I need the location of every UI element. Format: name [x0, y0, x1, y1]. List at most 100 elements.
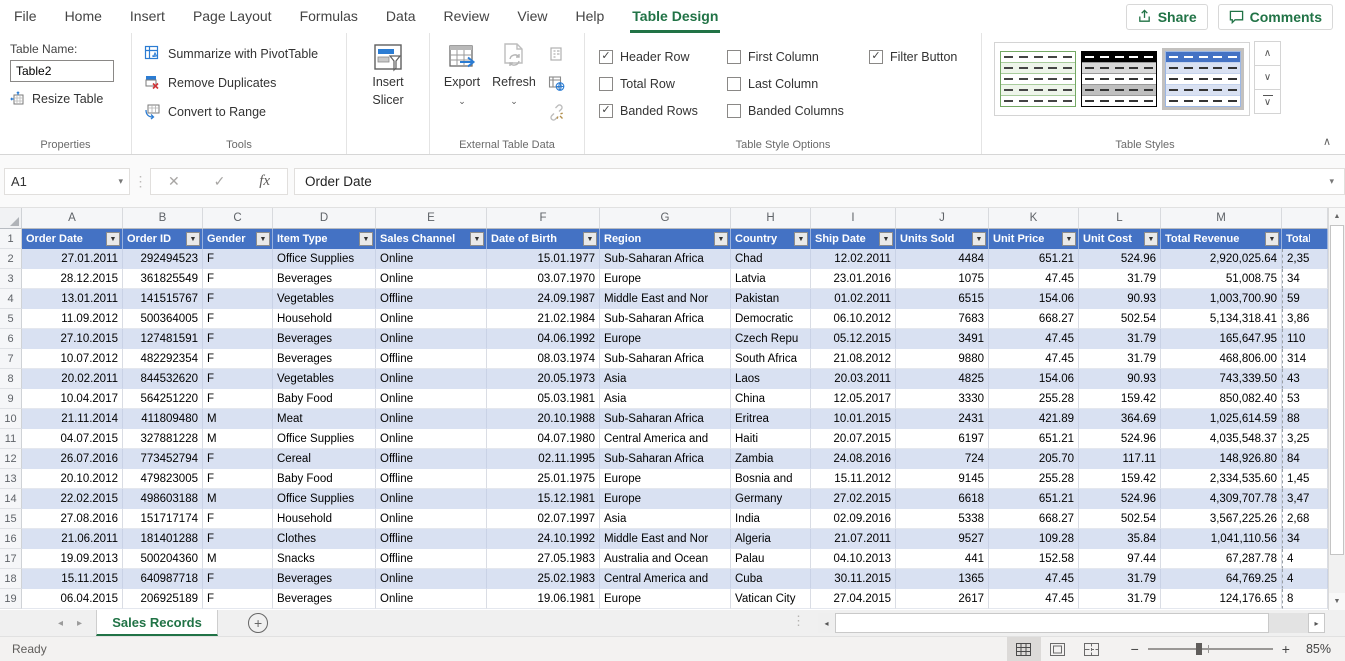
row-header-14[interactable]: 14 [0, 489, 22, 509]
cell[interactable]: 20.07.2015 [811, 429, 896, 449]
cell[interactable]: 292494523 [123, 249, 203, 269]
name-box[interactable]: A1 ▾ [4, 168, 130, 195]
cell[interactable]: 06.10.2012 [811, 309, 896, 329]
header-cell-region[interactable]: Region▼ [600, 229, 731, 249]
row-header-10[interactable]: 10 [0, 409, 22, 429]
cell[interactable]: 34 [1282, 529, 1328, 549]
cell[interactable]: 20.10.1988 [487, 409, 600, 429]
refresh-button[interactable]: Refresh ⌄ [488, 33, 540, 154]
cell[interactable]: 3491 [896, 329, 989, 349]
cell[interactable]: Beverages [273, 349, 376, 369]
cell[interactable]: Europe [600, 329, 731, 349]
cell[interactable]: Laos [731, 369, 811, 389]
cell[interactable]: 04.06.1992 [487, 329, 600, 349]
filter-button-ship-date[interactable]: ▼ [879, 232, 893, 246]
cell[interactable]: 6618 [896, 489, 989, 509]
cell[interactable]: 31.79 [1079, 269, 1161, 289]
zoom-slider-thumb[interactable] [1196, 643, 1202, 655]
row-header-4[interactable]: 4 [0, 289, 22, 309]
select-all-corner[interactable] [0, 208, 22, 229]
cell[interactable]: Sub-Saharan Africa [600, 309, 731, 329]
cell[interactable]: 05.03.1981 [487, 389, 600, 409]
cell[interactable]: 1075 [896, 269, 989, 289]
menu-tab-view[interactable]: View [503, 0, 561, 33]
cell[interactable]: Zambia [731, 449, 811, 469]
checkbox-unchecked-icon[interactable] [727, 77, 741, 91]
cell[interactable]: 53 [1282, 389, 1328, 409]
cell[interactable]: 1365 [896, 569, 989, 589]
cell[interactable]: 10.01.2015 [811, 409, 896, 429]
table-style-medium-blue[interactable] [1165, 51, 1241, 107]
cell[interactable]: 1,041,110.56 [1161, 529, 1282, 549]
cell[interactable]: Household [273, 309, 376, 329]
cell[interactable]: M [203, 429, 273, 449]
cell[interactable]: 20.10.2012 [22, 469, 123, 489]
header-cell-order-date[interactable]: Order Date▼ [22, 229, 123, 249]
column-header-d[interactable]: D [273, 208, 376, 229]
column-header-m[interactable]: M [1161, 208, 1282, 229]
row-header-16[interactable]: 16 [0, 529, 22, 549]
cell[interactable]: 564251220 [123, 389, 203, 409]
cell[interactable]: Online [376, 509, 487, 529]
cell[interactable]: 47.45 [989, 589, 1079, 609]
column-header-j[interactable]: J [896, 208, 989, 229]
column-header-n[interactable] [1282, 208, 1328, 229]
cell[interactable]: 20.03.2011 [811, 369, 896, 389]
row-header-8[interactable]: 8 [0, 369, 22, 389]
cell[interactable]: Offline [376, 529, 487, 549]
cell[interactable]: F [203, 289, 273, 309]
option-total-row[interactable]: Total Row [599, 70, 727, 97]
cell[interactable]: 151717174 [123, 509, 203, 529]
cell[interactable]: Online [376, 429, 487, 449]
cell[interactable]: M [203, 489, 273, 509]
cell[interactable]: 421.89 [989, 409, 1079, 429]
cell[interactable]: 22.02.2015 [22, 489, 123, 509]
normal-view-button[interactable] [1007, 637, 1041, 661]
cell[interactable]: 651.21 [989, 429, 1079, 449]
menu-tab-insert[interactable]: Insert [116, 0, 179, 33]
cell[interactable]: 2,35 [1282, 249, 1328, 269]
cell[interactable]: Offline [376, 289, 487, 309]
export-dropdown-icon[interactable]: ⌄ [458, 92, 466, 110]
cell[interactable]: F [203, 469, 273, 489]
cell[interactable]: India [731, 509, 811, 529]
cell[interactable]: Office Supplies [273, 249, 376, 269]
unlink-button[interactable] [544, 101, 568, 123]
cell[interactable]: F [203, 389, 273, 409]
header-cell-date-of-birth[interactable]: Date of Birth▼ [487, 229, 600, 249]
formula-bar-drag-handle[interactable]: ⋮ [130, 173, 150, 190]
cell[interactable]: 47.45 [989, 349, 1079, 369]
table-properties-button[interactable] [544, 43, 568, 65]
row-header-19[interactable]: 19 [0, 589, 22, 609]
cell[interactable]: 31.79 [1079, 569, 1161, 589]
gallery-scroll-up-button[interactable]: ∧ [1254, 41, 1281, 66]
cell[interactable]: 9145 [896, 469, 989, 489]
cell[interactable]: 24.08.2016 [811, 449, 896, 469]
option-banded-columns[interactable]: Banded Columns [727, 97, 869, 124]
header-cell-sales-channel[interactable]: Sales Channel▼ [376, 229, 487, 249]
column-header-k[interactable]: K [989, 208, 1079, 229]
filter-button-total-revenue[interactable]: ▼ [1265, 232, 1279, 246]
cell[interactable]: 2617 [896, 589, 989, 609]
menu-tab-home[interactable]: Home [51, 0, 116, 33]
header-cell-units-sold[interactable]: Units Sold▼ [896, 229, 989, 249]
cell[interactable]: 26.07.2016 [22, 449, 123, 469]
cell[interactable]: Clothes [273, 529, 376, 549]
row-header-7[interactable]: 7 [0, 349, 22, 369]
cell[interactable]: 124,176.65 [1161, 589, 1282, 609]
cell[interactable]: Offline [376, 349, 487, 369]
zoom-percentage[interactable]: 85% [1306, 642, 1331, 656]
menu-tab-formulas[interactable]: Formulas [286, 0, 372, 33]
cell[interactable]: 2,920,025.64 [1161, 249, 1282, 269]
cell[interactable]: 19.09.2013 [22, 549, 123, 569]
row-header-6[interactable]: 6 [0, 329, 22, 349]
cell[interactable]: 24.10.1992 [487, 529, 600, 549]
cell[interactable]: F [203, 569, 273, 589]
sheet-tab-sales-records[interactable]: Sales Records [96, 610, 218, 636]
cell[interactable]: F [203, 329, 273, 349]
cell[interactable]: China [731, 389, 811, 409]
scroll-right-icon[interactable]: ▸ [1308, 613, 1325, 633]
row-header-5[interactable]: 5 [0, 309, 22, 329]
cell[interactable]: 9880 [896, 349, 989, 369]
checkbox-checked-icon[interactable]: ✓ [599, 50, 613, 64]
